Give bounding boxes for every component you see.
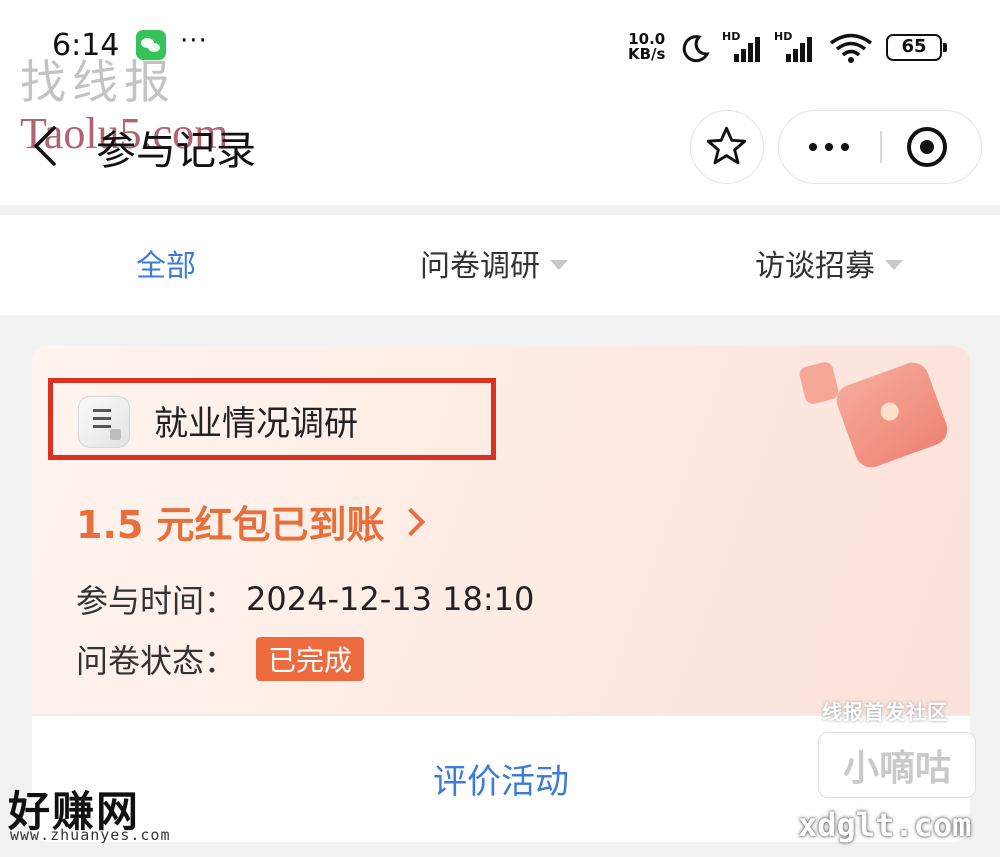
survey-icon xyxy=(78,396,130,448)
filter-tabs: 全部 问卷调研 访谈招募 xyxy=(0,215,1000,315)
tab-label: 问卷调研 xyxy=(420,249,540,284)
network-speed-unit: KB/s xyxy=(628,45,666,63)
tab-survey[interactable]: 问卷调研 xyxy=(420,241,568,285)
watermark-site-url: xdglt.com xyxy=(798,806,972,844)
signal-icon: HD xyxy=(774,30,816,64)
page-title: 参与记录 xyxy=(96,128,256,174)
close-target-icon[interactable] xyxy=(907,127,947,167)
battery-icon: 65 xyxy=(886,34,947,61)
network-speed: 10.0 KB/s xyxy=(628,32,665,62)
battery-level: 65 xyxy=(901,36,927,57)
dropdown-triangle-icon xyxy=(550,260,568,270)
back-arrow-icon[interactable] xyxy=(30,124,60,168)
moon-icon xyxy=(682,35,710,63)
watermark-bottom-left-url: www.zhuanyes.com xyxy=(10,826,171,844)
hd-label: HD xyxy=(722,30,741,43)
tab-label: 全部 xyxy=(136,249,196,284)
watermark-logo: 小嘀咕 xyxy=(818,732,976,798)
signal-icon: HD xyxy=(722,30,764,64)
watermark-forum-label: 线报首发社区 xyxy=(822,700,948,724)
survey-status-label: 问卷状态： xyxy=(76,642,237,680)
hd-label: HD xyxy=(774,30,793,43)
wifi-icon xyxy=(829,33,873,63)
star-icon xyxy=(706,126,747,165)
status-more-dots: ··· xyxy=(180,26,208,56)
watermark-top-left: 找线报 xyxy=(20,55,176,109)
favorite-button[interactable] xyxy=(690,110,764,184)
participation-time-value: 2024-12-13 18:10 xyxy=(246,580,535,618)
top-bar: 6:14 ··· 10.0 KB/s HD HD 65 找线报 Taolu5.c… xyxy=(0,0,1000,205)
tab-label: 访谈招募 xyxy=(755,249,875,284)
status-badge: 已完成 xyxy=(256,637,365,681)
reward-text: 1.5 元红包已到账 xyxy=(76,503,385,547)
dropdown-triangle-icon xyxy=(885,260,903,270)
tab-interview[interactable]: 访谈招募 xyxy=(755,241,903,285)
more-options-button[interactable] xyxy=(779,111,879,182)
reward-link[interactable]: 1.5 元红包已到账 xyxy=(76,494,425,549)
watermark-logo-text: 小嘀咕 xyxy=(842,748,951,789)
capsule-divider xyxy=(880,131,882,163)
survey-title: 就业情况调研 xyxy=(154,404,358,444)
survey-status-row: 问卷状态： 已完成 xyxy=(76,636,365,682)
mini-program-capsule xyxy=(778,110,982,184)
participation-time-label: 参与时间： xyxy=(76,582,237,620)
chevron-right-icon xyxy=(396,507,425,536)
tab-all[interactable]: 全部 xyxy=(136,241,196,285)
participation-time-row: 参与时间： 2024-12-13 18:10 xyxy=(76,576,534,622)
